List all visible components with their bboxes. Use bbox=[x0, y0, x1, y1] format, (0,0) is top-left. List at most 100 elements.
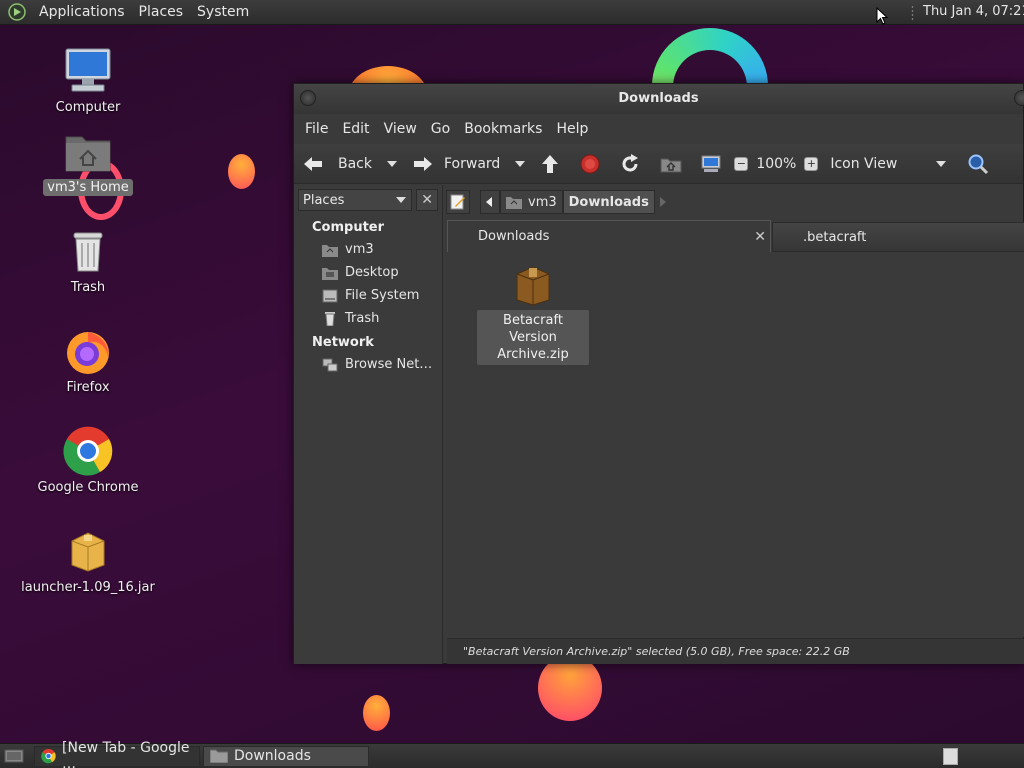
tab-betacraft[interactable]: .betacraft bbox=[772, 222, 1024, 252]
back-history-dropdown-icon[interactable] bbox=[386, 160, 398, 168]
sidebar-item-desktop[interactable]: Desktop bbox=[294, 261, 442, 284]
taskbar-item-downloads[interactable]: Downloads bbox=[203, 745, 369, 767]
sidebar-item-label: Browse Net… bbox=[345, 357, 433, 372]
bottom-panel: [New Tab - Google … Downloads bbox=[0, 740, 1024, 768]
desktop-icon-label: Firefox bbox=[66, 380, 110, 395]
trash-icon bbox=[325, 311, 335, 326]
folder-icon bbox=[210, 749, 228, 763]
stop-icon[interactable] bbox=[580, 154, 600, 174]
desktop-icon-chrome[interactable]: Google Chrome bbox=[13, 425, 163, 496]
panel-clock[interactable]: Thu Jan 4, 07:21 bbox=[923, 4, 1024, 19]
sidebar-header: Places ✕ bbox=[294, 185, 442, 215]
desktop-icon-home[interactable]: vm3's Home bbox=[13, 125, 163, 196]
toggle-location-entry-button[interactable] bbox=[446, 190, 470, 214]
menu-go[interactable]: Go bbox=[424, 121, 457, 137]
sidebar-item-label: File System bbox=[345, 288, 420, 303]
view-mode-dropdown-icon[interactable] bbox=[935, 160, 947, 168]
network-icon bbox=[322, 358, 338, 371]
location-path-bar: vm3 Downloads bbox=[446, 188, 673, 216]
menu-edit[interactable]: Edit bbox=[335, 121, 376, 137]
taskbar-item-label: Downloads bbox=[234, 748, 311, 764]
toolbar: Back Forward − 100% + Icon View bbox=[294, 144, 1023, 184]
home-icon[interactable] bbox=[660, 155, 682, 173]
zoom-out-icon[interactable]: − bbox=[734, 156, 749, 171]
up-arrow-icon[interactable] bbox=[540, 153, 560, 175]
sidebar-pane-select[interactable]: Places bbox=[298, 189, 413, 211]
sidebar-item-vm3[interactable]: vm3 bbox=[294, 238, 442, 261]
home-folder-icon bbox=[65, 136, 111, 172]
menubar: File Edit View Go Bookmarks Help bbox=[294, 114, 1023, 144]
top-panel: Applications Places System Thu Jan 4, 07… bbox=[0, 0, 1024, 25]
menu-places[interactable]: Places bbox=[132, 4, 191, 20]
firefox-icon bbox=[67, 332, 109, 374]
mouse-cursor-icon bbox=[876, 7, 888, 25]
jar-package-icon bbox=[71, 532, 105, 572]
tab-label: .betacraft bbox=[803, 229, 867, 245]
home-folder-icon bbox=[506, 197, 522, 209]
panel-menus: Applications Places System bbox=[0, 0, 256, 25]
path-segment-label: vm3 bbox=[528, 194, 557, 210]
desktop-icon-trash[interactable]: Trash bbox=[13, 225, 163, 296]
zoom-level[interactable]: 100% bbox=[756, 149, 796, 179]
show-desktop-button[interactable] bbox=[0, 746, 30, 767]
forward-button[interactable]: Forward bbox=[412, 149, 500, 179]
menu-system[interactable]: System bbox=[190, 4, 256, 20]
chrome-icon bbox=[63, 426, 113, 476]
status-text: "Betacraft Version Archive.zip" selected… bbox=[463, 645, 850, 658]
computer-icon[interactable] bbox=[700, 154, 722, 174]
path-segment-vm3[interactable]: vm3 bbox=[500, 190, 563, 214]
taskbar-item-chrome[interactable]: [New Tab - Google … bbox=[34, 740, 200, 768]
zip-package-icon bbox=[516, 266, 550, 306]
edit-location-icon bbox=[450, 194, 465, 210]
sidebar: Places ✕ Computer vm3 Desktop File Syste… bbox=[294, 185, 443, 664]
window-title: Downloads bbox=[618, 91, 699, 106]
tab-label: Downloads bbox=[478, 229, 550, 244]
status-bar: "Betacraft Version Archive.zip" selected… bbox=[447, 638, 1024, 664]
forward-history-dropdown-icon[interactable] bbox=[514, 160, 526, 168]
view-mode-select[interactable]: Icon View bbox=[830, 149, 897, 179]
desktop-icon-label: vm3's Home bbox=[43, 179, 133, 196]
menu-bookmarks[interactable]: Bookmarks bbox=[457, 121, 549, 137]
path-segment-downloads[interactable]: Downloads bbox=[562, 190, 655, 214]
sidebar-item-file-system[interactable]: File System bbox=[294, 284, 442, 307]
file-icon-view[interactable]: Betacraft Version Archive.zip bbox=[447, 252, 1024, 637]
menu-file[interactable]: File bbox=[298, 121, 335, 137]
file-name-label: Betacraft Version Archive.zip bbox=[477, 310, 589, 365]
window-control-button[interactable] bbox=[1014, 90, 1024, 106]
chrome-icon bbox=[41, 748, 56, 764]
reload-icon[interactable] bbox=[620, 153, 640, 174]
path-scroll-left-button[interactable] bbox=[480, 190, 500, 214]
desktop-icon-label: launcher-1.09_16.jar bbox=[21, 580, 155, 595]
path-scroll-right-button[interactable] bbox=[655, 190, 673, 214]
back-button[interactable]: Back bbox=[302, 149, 372, 179]
close-tab-icon[interactable]: ✕ bbox=[754, 229, 766, 245]
computer-icon bbox=[65, 48, 111, 92]
back-label: Back bbox=[338, 155, 372, 172]
desktop-icon-firefox[interactable]: Firefox bbox=[13, 325, 163, 396]
sidebar-item-label: Trash bbox=[345, 311, 380, 326]
sidebar-close-button[interactable]: ✕ bbox=[416, 189, 438, 211]
desktop-icon-computer[interactable]: Computer bbox=[13, 45, 163, 116]
menu-view[interactable]: View bbox=[377, 121, 424, 137]
desktop-folder-icon bbox=[322, 267, 338, 280]
window-titlebar[interactable]: Downloads bbox=[294, 84, 1024, 114]
desktop-icon-label: Computer bbox=[55, 100, 121, 115]
menu-help[interactable]: Help bbox=[549, 121, 595, 137]
chevron-left-icon bbox=[486, 197, 492, 207]
search-icon[interactable] bbox=[967, 153, 989, 175]
forward-label: Forward bbox=[444, 155, 501, 172]
zoom-in-icon[interactable]: + bbox=[804, 156, 819, 171]
workspace-switcher[interactable] bbox=[943, 748, 958, 765]
file-item[interactable]: Betacraft Version Archive.zip bbox=[477, 264, 589, 365]
sidebar-item-trash[interactable]: Trash bbox=[294, 307, 442, 330]
tab-downloads[interactable]: Downloads ✕ bbox=[447, 220, 771, 252]
sidebar-item-browse-network[interactable]: Browse Net… bbox=[294, 353, 442, 376]
desktop-icon-launcher-jar[interactable]: launcher-1.09_16.jar bbox=[13, 525, 163, 596]
sidebar-section-computer: Computer bbox=[312, 220, 385, 235]
file-name-line-1: Betacraft Version bbox=[503, 313, 563, 345]
menu-applications[interactable]: Applications bbox=[32, 4, 132, 20]
distro-logo-icon[interactable] bbox=[8, 3, 26, 21]
show-desktop-icon bbox=[4, 749, 24, 763]
desktop-icon-label: Google Chrome bbox=[37, 480, 139, 495]
sidebar-pane-label: Places bbox=[303, 192, 345, 208]
